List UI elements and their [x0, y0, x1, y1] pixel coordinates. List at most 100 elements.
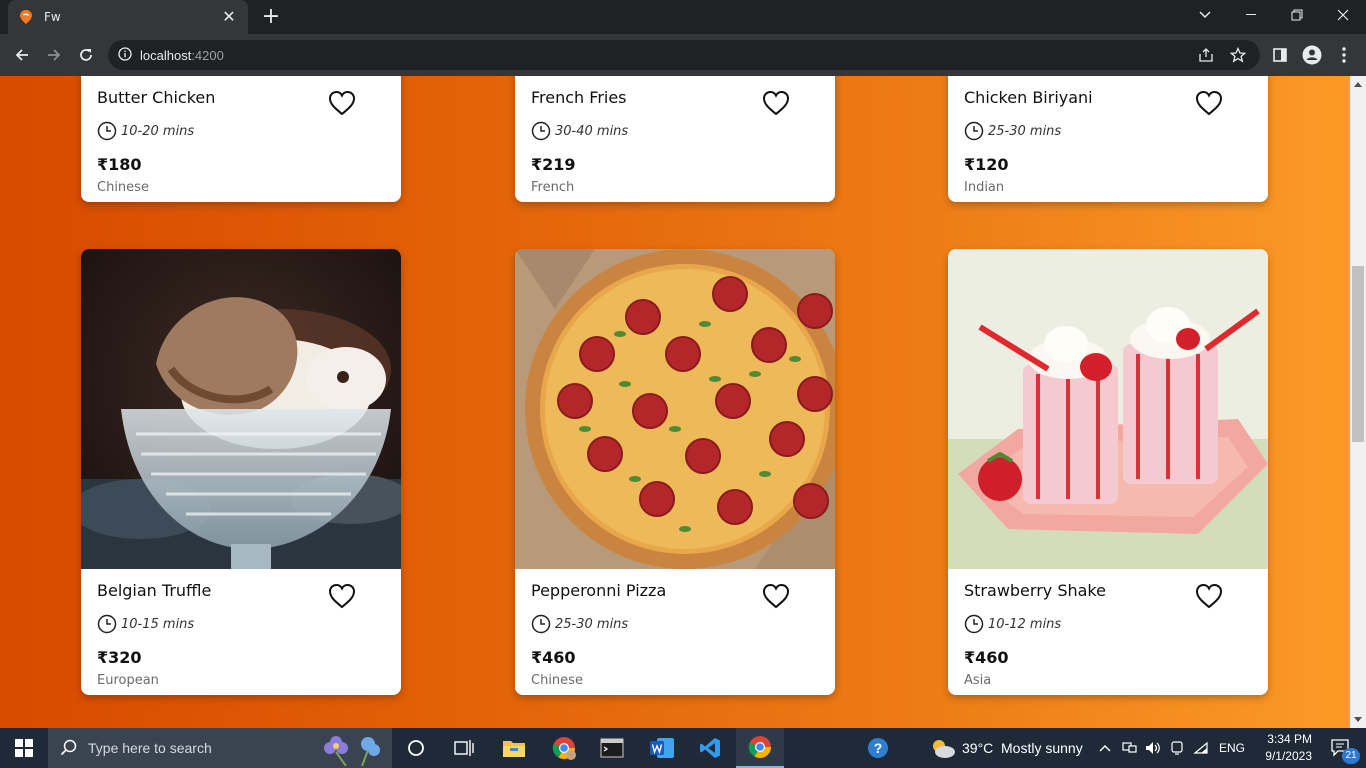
windows-taskbar: Type here to search ? 39°C Mostly sunny — [0, 728, 1366, 768]
search-icon — [60, 739, 77, 756]
food-card[interactable]: Belgian Truffle 10-15 mins ₹320 European — [81, 249, 401, 695]
search-placeholder: Type here to search — [88, 740, 212, 756]
ice-cream-bowl-image — [81, 249, 401, 569]
prep-time-text: 10-20 mins — [121, 123, 195, 139]
windows-start-icon[interactable] — [0, 728, 48, 768]
favorite-heart-icon[interactable] — [327, 88, 357, 118]
tab-close-icon[interactable]: ✕ — [220, 8, 238, 26]
tab-title: Fw — [44, 10, 61, 24]
chrome-profile-icon[interactable] — [540, 728, 588, 768]
terminal-icon[interactable] — [588, 728, 636, 768]
food-card[interactable]: Butter Chicken 10-20 mins ₹180 Chinese — [81, 76, 401, 202]
tray-chevron-up-icon[interactable] — [1094, 728, 1116, 768]
close-window-icon[interactable] — [1320, 0, 1366, 30]
language-indicator[interactable]: ENG — [1219, 741, 1245, 755]
clock-icon — [97, 121, 117, 141]
browser-menu-icon[interactable] — [1330, 41, 1358, 69]
weather-temperature[interactable]: 39°C — [962, 740, 993, 756]
food-price: ₹219 — [531, 155, 576, 174]
page-viewport: Butter Chicken 10-20 mins ₹180 Chinese F… — [0, 76, 1350, 728]
favorite-heart-icon[interactable] — [1194, 88, 1224, 118]
food-price: ₹460 — [531, 648, 576, 667]
notification-center-icon[interactable]: 21 — [1318, 728, 1364, 768]
browser-toolbar: localhost:4200 — [0, 34, 1366, 76]
wifi-icon[interactable] — [1190, 728, 1212, 768]
prep-time: 25-30 mins — [531, 614, 819, 634]
help-icon[interactable]: ? — [854, 728, 902, 768]
prep-time: 10-15 mins — [97, 614, 385, 634]
vscode-icon[interactable] — [686, 728, 734, 768]
food-price: ₹460 — [964, 648, 1009, 667]
back-icon[interactable] — [8, 41, 36, 69]
food-cuisine: Chinese — [97, 180, 149, 195]
reload-icon[interactable] — [72, 41, 100, 69]
pepperoni-pizza-image — [515, 249, 835, 569]
svg-text:?: ? — [874, 740, 883, 756]
bookmark-star-icon[interactable] — [1224, 40, 1252, 70]
word-icon[interactable] — [638, 728, 686, 768]
restore-icon[interactable] — [1274, 0, 1320, 30]
clock-time[interactable]: 3:34 PM — [1260, 732, 1312, 746]
clock-icon — [964, 614, 984, 634]
page-scrollbar[interactable] — [1350, 76, 1366, 728]
taskbar-search-box[interactable]: Type here to search — [48, 728, 392, 768]
favorite-heart-icon[interactable] — [761, 88, 791, 118]
prep-time: 30-40 mins — [531, 121, 819, 141]
food-cuisine: Asia — [964, 673, 992, 688]
address-bar[interactable]: localhost:4200 — [108, 40, 1260, 70]
food-card[interactable]: Pepperonni Pizza 25-30 mins ₹460 Chinese — [515, 249, 835, 695]
favorite-heart-icon[interactable] — [761, 581, 791, 611]
url-host: localhost — [140, 47, 192, 63]
new-tab-button[interactable]: + — [258, 4, 284, 30]
favorite-heart-icon[interactable] — [327, 581, 357, 611]
meet-now-icon[interactable] — [1166, 728, 1188, 768]
network-ethernet-icon[interactable] — [1118, 728, 1140, 768]
food-price: ₹180 — [97, 155, 142, 174]
minimize-icon[interactable] — [1228, 0, 1274, 30]
food-cuisine: European — [97, 673, 159, 688]
food-price: ₹120 — [964, 155, 1009, 174]
scroll-up-arrow-icon[interactable] — [1350, 76, 1366, 92]
task-view-icon[interactable] — [440, 728, 488, 768]
prep-time-text: 30-40 mins — [555, 123, 629, 139]
share-icon[interactable] — [1192, 40, 1220, 70]
prep-time-text: 10-12 mins — [988, 616, 1062, 632]
food-cuisine: French — [531, 180, 575, 195]
food-card[interactable]: Chicken Biriyani 25-30 mins ₹120 Indian — [948, 76, 1268, 202]
volume-icon[interactable] — [1142, 728, 1164, 768]
food-cuisine: Chinese — [531, 673, 583, 688]
food-card[interactable]: Strawberry Shake 10-12 mins ₹460 Asia — [948, 249, 1268, 695]
favorite-heart-icon[interactable] — [1194, 581, 1224, 611]
side-panel-icon[interactable] — [1266, 41, 1294, 69]
clock-icon — [531, 614, 551, 634]
url-port: :4200 — [191, 47, 224, 63]
clock-date[interactable]: 9/1/2023 — [1256, 749, 1312, 763]
browser-tab[interactable]: Fw ✕ — [8, 0, 248, 34]
clock-icon — [964, 121, 984, 141]
chrome-icon[interactable] — [736, 728, 784, 768]
food-card[interactable]: French Fries 30-40 mins ₹219 French — [515, 76, 835, 202]
profile-avatar-icon[interactable] — [1298, 41, 1326, 69]
food-cuisine: Indian — [964, 180, 1005, 195]
prep-time: 10-12 mins — [964, 614, 1252, 634]
app-favicon-icon — [18, 9, 34, 25]
prep-time: 25-30 mins — [964, 121, 1252, 141]
scroll-down-arrow-icon[interactable] — [1350, 712, 1366, 728]
prep-time-text: 25-30 mins — [555, 616, 629, 632]
file-explorer-icon[interactable] — [490, 728, 538, 768]
strawberry-shakes-image — [948, 249, 1268, 569]
scrollbar-thumb[interactable] — [1352, 266, 1364, 442]
forward-icon[interactable] — [40, 41, 68, 69]
prep-time: 10-20 mins — [97, 121, 385, 141]
weather-description[interactable]: Mostly sunny — [1001, 740, 1083, 756]
prep-time-text: 25-30 mins — [988, 123, 1062, 139]
weather-icon[interactable] — [930, 737, 956, 763]
browser-tab-bar: Fw ✕ + — [0, 0, 1366, 34]
food-price: ₹320 — [97, 648, 142, 667]
search-highlight-flowers-icon — [324, 736, 380, 766]
clock-icon — [97, 614, 117, 634]
tab-search-chevron-icon[interactable] — [1182, 0, 1228, 30]
site-info-icon[interactable] — [118, 46, 132, 65]
task-view-cortana-icon[interactable] — [392, 728, 440, 768]
clock-icon — [531, 121, 551, 141]
